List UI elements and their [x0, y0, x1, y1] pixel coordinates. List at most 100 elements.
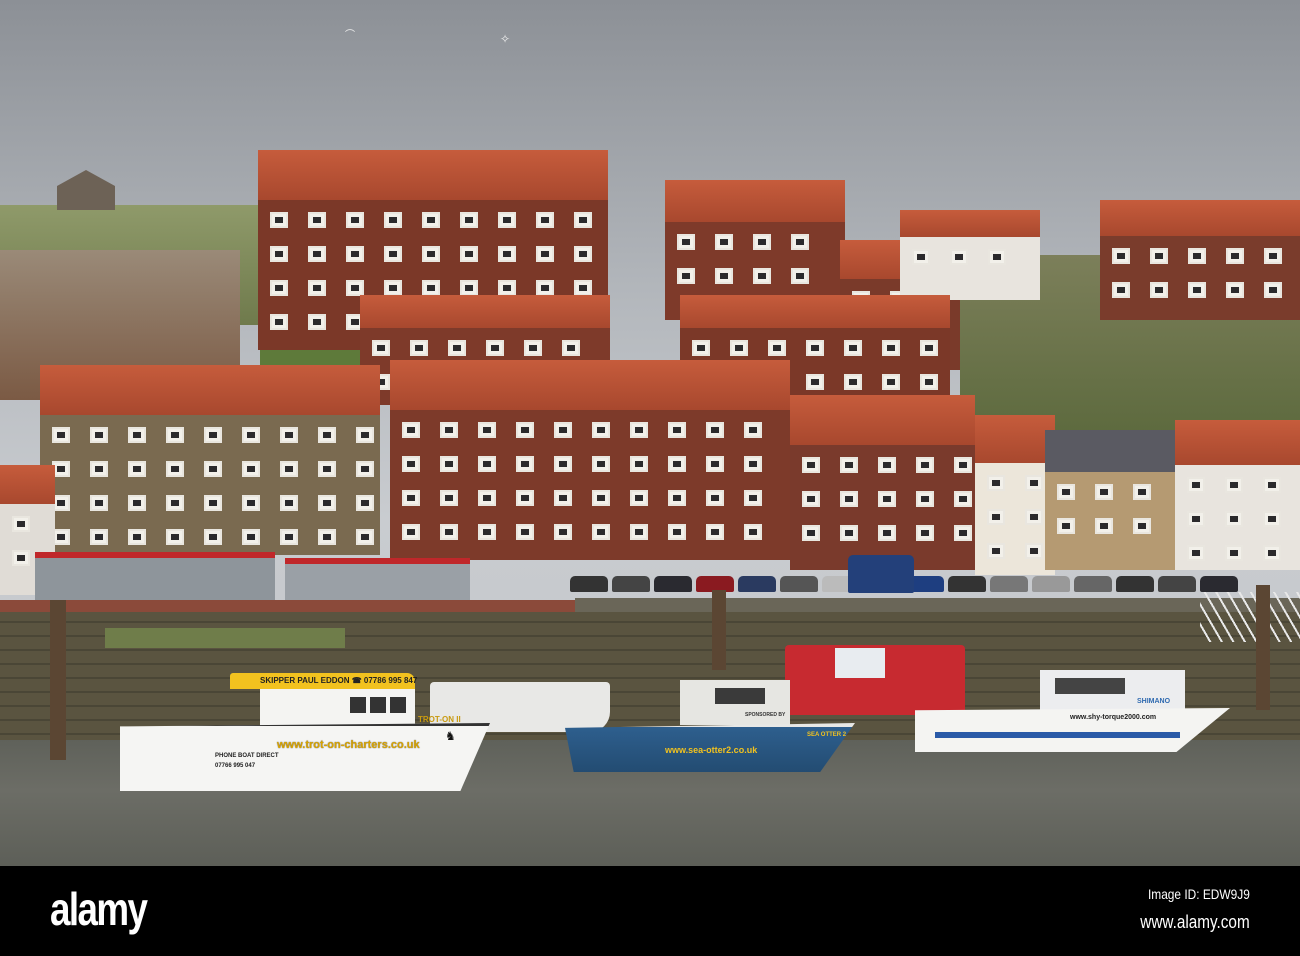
van: [848, 555, 914, 593]
window: [630, 456, 648, 472]
car: [780, 576, 818, 592]
window: [1095, 484, 1113, 500]
window: [270, 280, 288, 296]
window: [1025, 543, 1043, 559]
window: [844, 374, 862, 390]
window: [1150, 282, 1168, 298]
building: [40, 415, 380, 555]
window: [1225, 477, 1243, 493]
window: [592, 490, 610, 506]
window: [478, 524, 496, 540]
window: [280, 495, 298, 511]
window: [1133, 518, 1151, 534]
car: [570, 576, 608, 592]
window: [128, 495, 146, 511]
roof: [0, 465, 55, 504]
roof: [790, 395, 975, 445]
window: [806, 340, 824, 356]
car: [612, 576, 650, 592]
window: [987, 475, 1005, 491]
seagull: ⌒: [345, 30, 355, 41]
mooring-post: [712, 590, 726, 670]
window: [318, 427, 336, 443]
roof: [390, 360, 790, 410]
window: [242, 529, 260, 545]
window: [270, 314, 288, 330]
roof: [1100, 200, 1300, 236]
window: [128, 529, 146, 545]
window: [791, 268, 809, 284]
window: [920, 374, 938, 390]
window: [954, 525, 972, 541]
car: [1032, 576, 1070, 592]
window: [346, 280, 364, 296]
window: [744, 490, 762, 506]
window: [478, 490, 496, 506]
window: [912, 249, 930, 265]
window: [802, 457, 820, 473]
window: [536, 246, 554, 262]
window: [524, 340, 542, 356]
roof: [900, 210, 1040, 237]
window: [715, 268, 733, 284]
window: [744, 422, 762, 438]
window: [384, 246, 402, 262]
window: [1187, 477, 1205, 493]
window: [372, 340, 390, 356]
window: [402, 456, 420, 472]
window: [554, 490, 572, 506]
window: [308, 246, 326, 262]
window: [802, 491, 820, 507]
roof: [975, 415, 1055, 463]
building: [390, 410, 790, 560]
window: [668, 422, 686, 438]
window: [402, 490, 420, 506]
building: [900, 237, 1040, 300]
horse-logo-icon: ♞: [445, 729, 456, 743]
window: [706, 490, 724, 506]
window: [592, 456, 610, 472]
window: [356, 461, 374, 477]
image-id: Image ID: EDW9J9: [1148, 886, 1250, 902]
sponsor-label: SPONSORED BY: [745, 712, 786, 718]
mooring-post: [1256, 585, 1270, 710]
window: [1025, 475, 1043, 491]
window: [204, 495, 222, 511]
quay-railing: [575, 598, 1300, 612]
window: [987, 543, 1005, 559]
building: [975, 463, 1055, 575]
window: [422, 280, 440, 296]
window: [677, 268, 695, 284]
window: [878, 457, 896, 473]
window: [280, 427, 298, 443]
window: [692, 340, 710, 356]
window: [744, 524, 762, 540]
window: [950, 249, 968, 265]
window: [1226, 248, 1244, 264]
window: [1263, 511, 1281, 527]
window: [440, 490, 458, 506]
window: [166, 529, 184, 545]
window: [460, 246, 478, 262]
mooring-post: [50, 600, 66, 760]
roof: [258, 150, 608, 200]
window: [52, 427, 70, 443]
boat-name: SEA OTTER 2: [807, 732, 847, 738]
window: [460, 212, 478, 228]
roof: [40, 365, 380, 415]
window: [308, 212, 326, 228]
window: [356, 495, 374, 511]
portable-cabin: [35, 552, 275, 602]
window: [516, 490, 534, 506]
seagull: ✧: [500, 32, 511, 46]
window: [768, 340, 786, 356]
window: [554, 524, 572, 540]
car: [654, 576, 692, 592]
harbour-photo: SKIPPER PAUL EDDON ☎ 07786 995 847 TROT-…: [0, 0, 1300, 866]
hilltop-building: [57, 170, 115, 210]
car: [990, 576, 1028, 592]
window: [1112, 282, 1130, 298]
window: [204, 427, 222, 443]
window: [440, 524, 458, 540]
window: [715, 234, 733, 250]
